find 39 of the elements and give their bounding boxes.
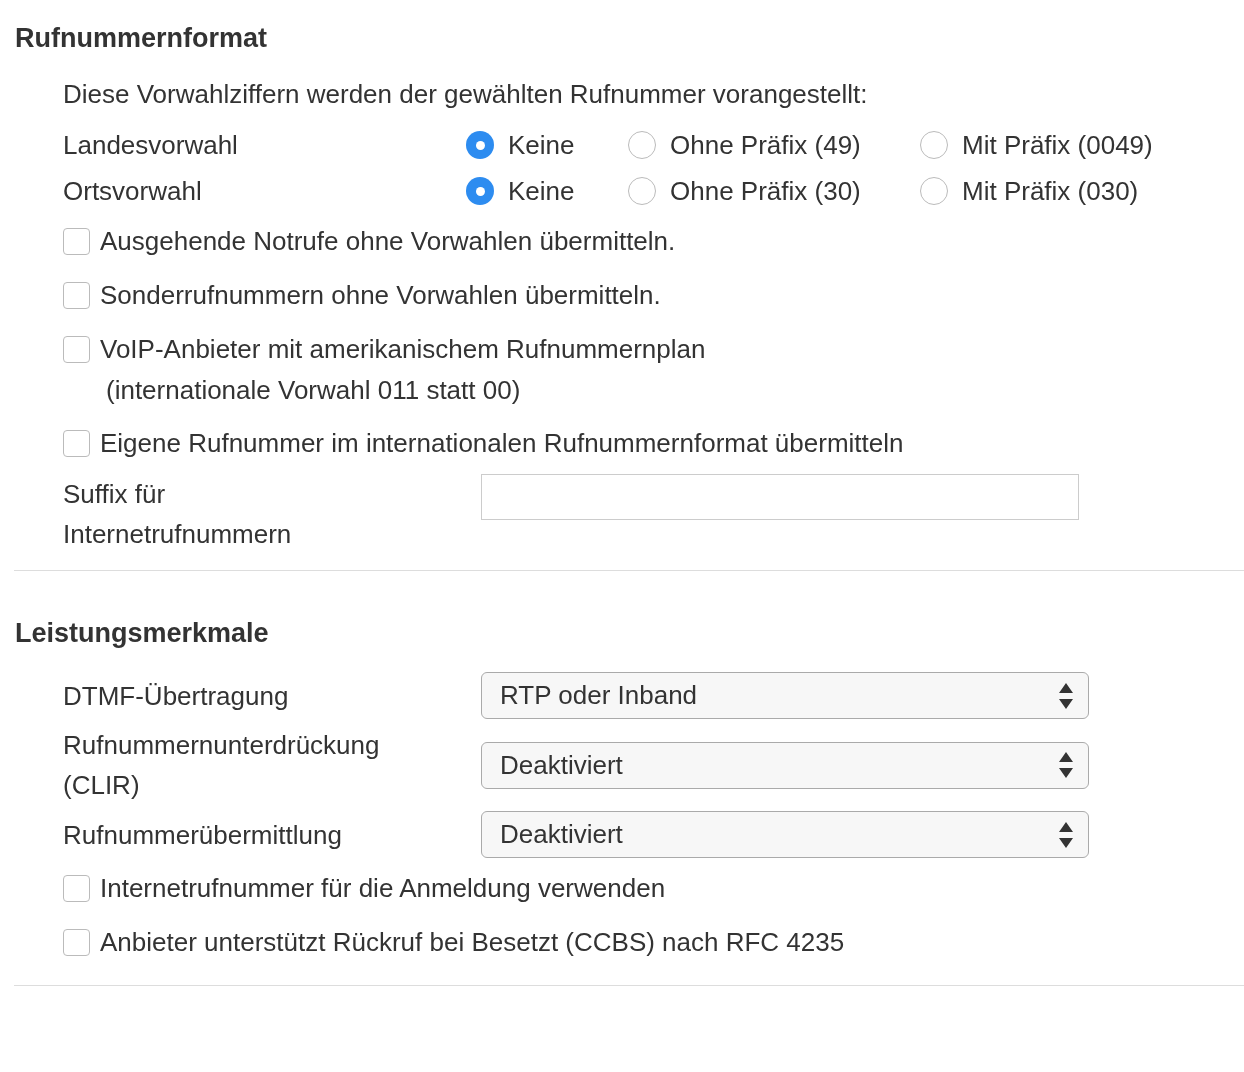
checkbox[interactable] [63, 281, 90, 309]
dropdown-select[interactable]: Deaktiviert [481, 811, 1089, 858]
radio-option[interactable]: Mit Präfix (030) [920, 171, 1139, 211]
field-label: Ortsvorwahl [63, 174, 203, 208]
checkbox-label: Eigene Rufnummer im internationalen Rufnummernformat übermitteln [100, 427, 904, 460]
field-label: Rufnummernunterdrückung (CLIR) [63, 729, 381, 802]
checkbox[interactable] [63, 928, 90, 956]
radio-button[interactable] [920, 177, 948, 205]
radio-button[interactable] [628, 131, 656, 159]
radio-button[interactable] [920, 131, 948, 159]
radio-button[interactable] [466, 131, 494, 159]
radio-option[interactable]: Ohne Präfix (30) [628, 171, 920, 211]
up-down-caret-icon [1058, 750, 1074, 780]
radio-option[interactable]: Ohne Präfix (49) [628, 125, 920, 165]
radio-option[interactable]: Keine [466, 171, 628, 211]
checkbox[interactable] [63, 227, 90, 255]
dropdown-select[interactable]: RTP oder Inband [481, 672, 1089, 719]
checkbox-label: Internetrufnummer für die Anmeldung verwenden [100, 872, 666, 905]
section-title: Leistungsmerkmale [15, 617, 270, 650]
note-text: (internationale Vorwahl 011 statt 00) [105, 374, 522, 407]
checkbox-label: Sonderrufnummern ohne Vorwahlen übermitteln. [100, 279, 661, 312]
field-label: Suffix für Internetrufnummern [63, 478, 293, 551]
checkbox-label: Anbieter unterstützt Rückruf bei Besetzt (CCBS) nach RFC 4235 [100, 926, 845, 959]
checkbox[interactable] [63, 429, 90, 457]
dropdown-select[interactable]: Deaktiviert [481, 741, 1089, 789]
field-label: DTMF-Übertragung [63, 679, 290, 713]
checkbox-label: Ausgehende Notrufe ohne Vorwahlen übermitteln. [100, 225, 676, 258]
radio-button[interactable] [466, 177, 494, 205]
checkbox[interactable] [63, 874, 90, 902]
field-label: Rufnummerübermittlung [63, 818, 343, 852]
radio-option[interactable]: Keine [466, 125, 628, 165]
radio-button[interactable] [628, 177, 656, 205]
text-input-field[interactable] [481, 474, 1079, 520]
radio-option[interactable]: Mit Präfix (0049) [920, 125, 1153, 165]
intro-text: Diese Vorwahlziffern werden der gewählten Rufnummer vorangestellt: [63, 78, 869, 111]
section-title: Rufnummernformat [15, 22, 268, 55]
field-label: Landesvorwahl [63, 128, 239, 162]
checkbox[interactable] [63, 335, 90, 363]
checkbox-label: VoIP-Anbieter mit amerikanischem Rufnummernplan [100, 333, 706, 366]
